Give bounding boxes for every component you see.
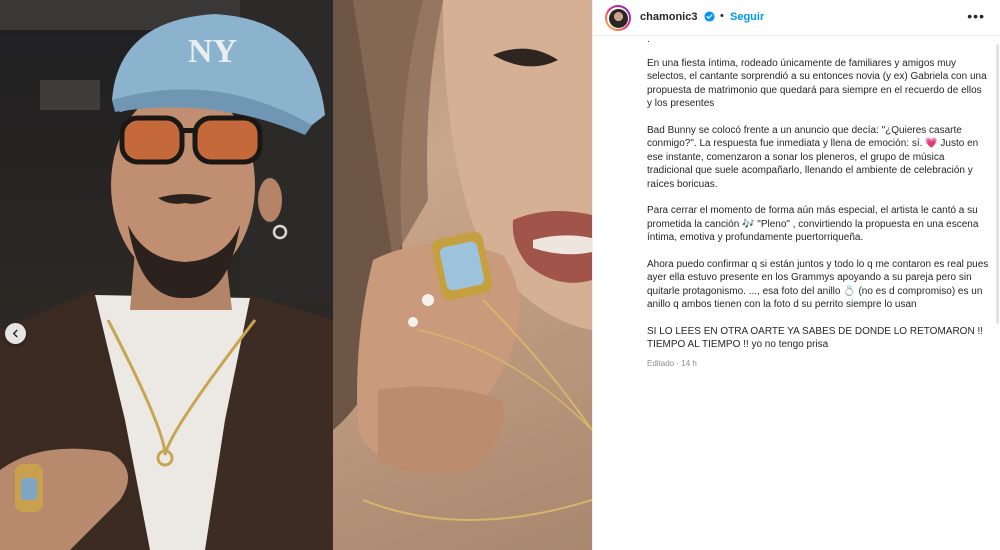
photo-woman-with-ring — [333, 0, 592, 550]
post-media-carousel[interactable]: NY — [0, 0, 592, 550]
timestamp[interactable]: 14 h — [681, 359, 697, 368]
post-caption: . En una fiesta íntima, rodeado únicamen… — [647, 36, 989, 550]
chevron-left-icon — [12, 329, 18, 338]
post-header: chamonic3 • Seguir ••• — [593, 0, 1000, 36]
follow-button[interactable]: Seguir — [730, 11, 764, 23]
photo-man-with-cap: NY — [0, 0, 333, 550]
svg-text:NY: NY — [188, 33, 237, 70]
carousel-prev-button[interactable] — [5, 323, 26, 344]
caption-paragraph: Para cerrar el momento de forma aún más … — [647, 205, 982, 244]
post-info-pane: chamonic3 • Seguir ••• . En una fiesta í… — [592, 0, 1000, 550]
avatar[interactable] — [605, 5, 631, 31]
caption-paragraph: Bad Bunny se colocó frente a un anuncio … — [647, 125, 981, 190]
caption-paragraph: En una fiesta íntima, rodeado únicamente… — [647, 58, 987, 110]
edited-label: Editado — [647, 359, 675, 369]
caption-paragraph: SI LO LEES EN OTRA OARTE YA SABES DE DON… — [647, 326, 986, 351]
meta-separator: · — [676, 359, 680, 369]
caption-scrollbar[interactable] — [996, 44, 999, 324]
caption-meta: Editado · 14 h — [647, 357, 989, 370]
header-separator: • — [720, 10, 724, 22]
more-icon[interactable]: ••• — [967, 8, 985, 24]
caption-leading-dot: . — [647, 36, 650, 45]
caption-paragraph: Ahora puedo confirmar q si están juntos … — [647, 259, 989, 311]
verified-icon — [704, 11, 715, 22]
username-link[interactable]: chamonic3 — [640, 11, 697, 23]
